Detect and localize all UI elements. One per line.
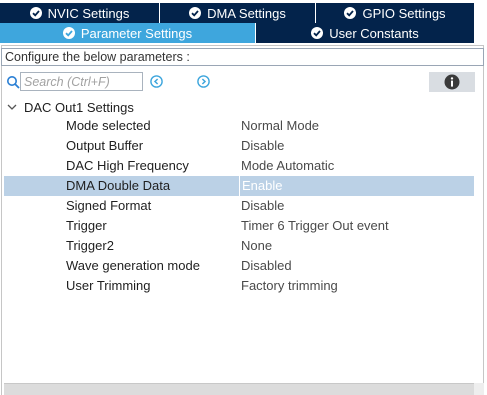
param-value[interactable]: Mode Automatic xyxy=(241,158,334,173)
tab-label: GPIO Settings xyxy=(362,5,446,21)
search-input[interactable] xyxy=(20,72,143,91)
check-circle-icon xyxy=(62,27,75,39)
param-name: DAC High Frequency xyxy=(66,158,189,173)
tab-label: DMA Settings xyxy=(207,5,286,21)
param-name: Trigger2 xyxy=(66,238,114,253)
param-row-dac-high-frequency[interactable]: DAC High Frequency Mode Automatic xyxy=(4,156,474,176)
check-circle-icon xyxy=(29,7,42,19)
tab-user-constants[interactable]: User Constants xyxy=(256,23,475,43)
param-name: Signed Format xyxy=(66,198,152,213)
group-label: DAC Out1 Settings xyxy=(24,99,134,115)
tab-label: User Constants xyxy=(329,25,419,41)
search-previous-icon[interactable] xyxy=(150,75,163,88)
tab-nvic-settings[interactable]: NVIC Settings xyxy=(0,3,160,23)
param-value[interactable]: Timer 6 Trigger Out event xyxy=(241,218,389,233)
param-row-wave-generation-mode[interactable]: Wave generation mode Disabled xyxy=(4,256,474,276)
param-value[interactable]: Normal Mode xyxy=(241,118,319,133)
tab-dma-settings[interactable]: DMA Settings xyxy=(160,3,316,23)
param-value[interactable]: Enable xyxy=(239,176,282,196)
info-button[interactable] xyxy=(429,72,475,92)
param-value[interactable]: Factory trimming xyxy=(241,278,338,293)
param-row-dma-double-data[interactable]: DMA Double Data Enable xyxy=(4,176,474,196)
param-row-trigger[interactable]: Trigger Timer 6 Trigger Out event xyxy=(4,216,474,236)
param-name: User Trimming xyxy=(66,278,151,293)
param-name: DMA Double Data xyxy=(66,178,171,193)
chevron-down-icon[interactable] xyxy=(6,101,18,113)
search-toolbar xyxy=(4,72,475,92)
param-row-mode-selected[interactable]: Mode selected Normal Mode xyxy=(4,116,474,136)
param-name: Output Buffer xyxy=(66,138,144,153)
tab-gpio-settings[interactable]: GPIO Settings xyxy=(316,3,475,23)
info-icon xyxy=(444,74,460,90)
check-circle-icon xyxy=(344,7,357,19)
param-name: Mode selected xyxy=(66,118,151,133)
param-row-output-buffer[interactable]: Output Buffer Disable xyxy=(4,136,474,156)
check-circle-icon xyxy=(311,27,324,39)
param-row-trigger2[interactable]: Trigger2 None xyxy=(4,236,474,256)
tab-parameter-settings[interactable]: Parameter Settings xyxy=(0,23,256,43)
param-name: Trigger xyxy=(66,218,107,233)
scrollbar-corner xyxy=(474,383,484,395)
search-icon[interactable] xyxy=(6,75,20,89)
param-name: Wave generation mode xyxy=(66,258,200,273)
param-value[interactable]: Disable xyxy=(241,198,284,213)
search-next-icon[interactable] xyxy=(197,75,210,88)
tab-label: NVIC Settings xyxy=(47,5,130,21)
tab-row-top: NVIC Settings DMA Settings GPIO Settings xyxy=(0,3,475,23)
param-value[interactable]: Disable xyxy=(241,138,284,153)
parameter-list: Mode selected Normal Mode Output Buffer … xyxy=(4,116,474,296)
param-value[interactable]: None xyxy=(241,238,272,253)
param-value[interactable]: Disabled xyxy=(241,258,292,273)
config-instructions: Configure the below parameters : xyxy=(1,48,484,66)
param-row-signed-format[interactable]: Signed Format Disable xyxy=(4,196,474,216)
tab-label: Parameter Settings xyxy=(80,25,193,41)
check-circle-icon xyxy=(189,7,202,19)
tab-row-bottom: Parameter Settings User Constants xyxy=(0,23,475,43)
configuration-panel: NVIC Settings DMA Settings GPIO Settings… xyxy=(0,0,487,395)
horizontal-scrollbar[interactable] xyxy=(4,383,474,395)
param-row-user-trimming[interactable]: User Trimming Factory trimming xyxy=(4,276,474,296)
group-dac-out1-settings[interactable]: DAC Out1 Settings xyxy=(6,98,134,116)
